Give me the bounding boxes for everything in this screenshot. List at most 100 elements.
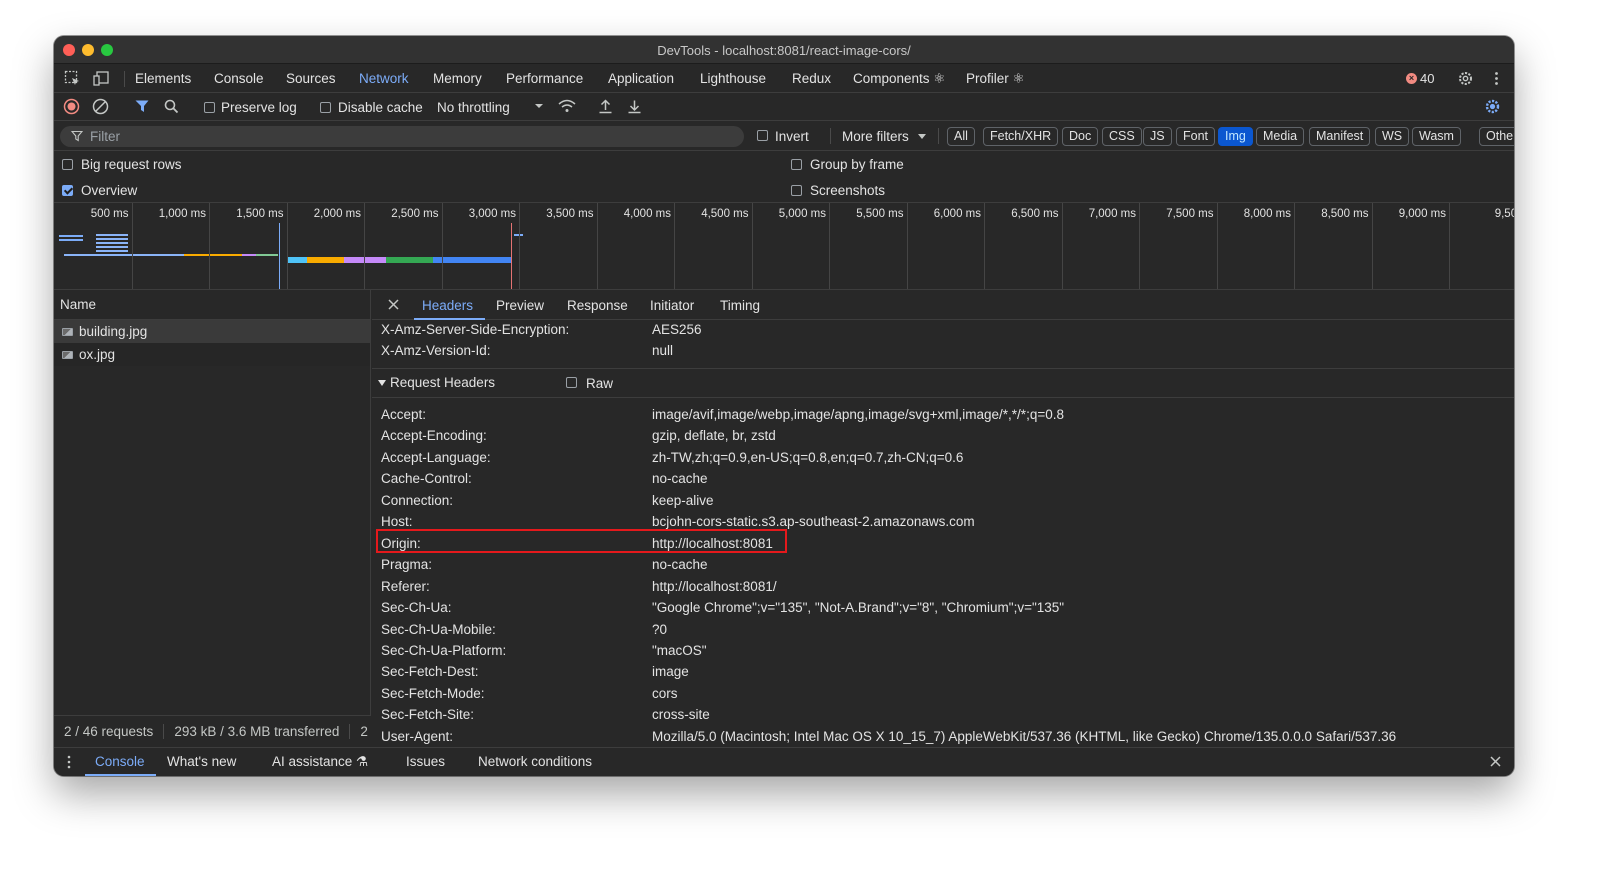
big-request-rows-setting[interactable]: Big request rows (62, 157, 182, 172)
filter-chip-media[interactable]: Media (1256, 127, 1305, 146)
tab-components[interactable]: Components ⚛ (853, 71, 945, 87)
tab-console[interactable]: Console (214, 71, 264, 86)
timeline-gridline (1061, 203, 1063, 289)
request-header-row: Sec-Ch-Ua: "Google Chrome";v="135", "Not-… (372, 598, 1514, 619)
clear-icon[interactable] (92, 98, 109, 115)
screenshots-setting[interactable]: Screenshots (791, 183, 885, 198)
timeline-tick-label: 6,000 ms (933, 208, 981, 220)
more-filters-button[interactable]: More filters (842, 129, 909, 144)
timeline-gridline (751, 203, 753, 289)
error-count-badge[interactable]: × 40 (1406, 71, 1434, 86)
filter-chip-manifest[interactable]: Manifest (1309, 127, 1371, 146)
filter-chip-all[interactable]: All (947, 127, 975, 146)
big-request-rows-label: Big request rows (81, 157, 182, 172)
request-header-row: Referer: http://localhost:8081/ (372, 577, 1514, 598)
invert-checkbox[interactable] (757, 130, 768, 141)
filter-chip-fetch-xhr[interactable]: Fetch/XHR (983, 127, 1059, 146)
network-conditions-icon[interactable] (557, 98, 576, 115)
screenshots-checkbox[interactable] (791, 185, 802, 196)
header-value: cross-site (652, 707, 710, 723)
header-value: keep-alive (652, 492, 714, 508)
tab-timing[interactable]: Timing (720, 298, 760, 313)
filter-chip-font[interactable]: Font (1176, 127, 1216, 146)
tab-headers[interactable]: Headers (422, 298, 473, 313)
header-value: AES256 (652, 322, 702, 337)
error-icon: × (1406, 73, 1417, 84)
disable-cache-checkbox[interactable] (320, 102, 331, 113)
filter-chip-ws[interactable]: WS (1375, 127, 1410, 146)
raw-checkbox[interactable] (566, 377, 577, 388)
overview-bar (433, 257, 511, 263)
filter-icon[interactable] (134, 98, 151, 115)
overview-checkbox[interactable] (62, 185, 73, 196)
drawer-menu-icon[interactable] (66, 755, 72, 769)
request-count: 2 / 46 requests (54, 724, 165, 739)
group-by-frame-checkbox[interactable] (791, 159, 802, 170)
error-count: 40 (1420, 71, 1435, 86)
drawer-tab-network-conditions[interactable]: Network conditions (478, 754, 592, 769)
preserve-log-checkbox[interactable] (204, 102, 215, 113)
filter-chip-css[interactable]: CSS (1102, 127, 1142, 146)
close-detail-icon[interactable] (387, 298, 400, 311)
tab-memory[interactable]: Memory (433, 71, 482, 86)
screenshots-label: Screenshots (810, 183, 886, 198)
request-header-row: Accept: image/avif,image/webp,image/apng,… (372, 405, 1514, 426)
overview-setting[interactable]: Overview (62, 183, 137, 198)
divider (124, 71, 125, 87)
tab-application[interactable]: Application (608, 71, 674, 86)
drawer-tab-issues[interactable]: Issues (406, 754, 445, 769)
chevron-down-icon[interactable] (533, 100, 550, 117)
tab-elements[interactable]: Elements (135, 71, 191, 86)
tab-network[interactable]: Network (359, 71, 409, 86)
network-toolbar: Preserve log Disable cache No throttling (54, 93, 1514, 121)
overview-bar (386, 257, 433, 263)
group-by-frame-setting[interactable]: Group by frame (791, 157, 904, 172)
tab-initiator[interactable]: Initiator (650, 298, 694, 313)
timeline-tick-label: 5,000 ms (778, 208, 826, 220)
header-name: Referer: (381, 578, 430, 594)
origin-highlight-box (376, 529, 787, 553)
image-file-icon (62, 327, 73, 336)
network-settings-gear-icon[interactable] (1484, 98, 1501, 115)
import-har-icon[interactable] (597, 98, 614, 115)
filter-input[interactable]: Filter (60, 126, 744, 147)
tab-redux[interactable]: Redux (792, 71, 831, 86)
request-row-ox[interactable]: ox.jpg (54, 343, 370, 366)
tab-profiler[interactable]: Profiler ⚛ (966, 71, 1025, 87)
more-options-icon[interactable] (1488, 70, 1505, 87)
network-overview-timeline[interactable]: 500 ms 1,000 ms 1,500 ms 2,000 ms 2,500 ms 3,… (54, 203, 1514, 290)
big-request-rows-checkbox[interactable] (62, 159, 73, 170)
export-har-icon[interactable] (626, 98, 643, 115)
header-row: X-Amz-Version-Id: null (372, 341, 1514, 362)
inspect-element-icon[interactable] (64, 70, 81, 87)
tab-lighthouse[interactable]: Lighthouse (700, 71, 766, 86)
overview-bar (287, 257, 307, 263)
tab-response[interactable]: Response (567, 298, 628, 313)
throttling-select[interactable]: No throttling (437, 100, 510, 115)
drawer-tab-ai-assistance[interactable]: AI assistance ⚗ (272, 754, 368, 770)
search-icon[interactable] (163, 98, 180, 115)
device-toolbar-icon[interactable] (93, 70, 110, 87)
timeline-tick-label: 2,500 ms (391, 208, 439, 220)
filter-chip-js[interactable]: JS (1143, 127, 1172, 146)
drawer-tab-console[interactable]: Console (95, 754, 145, 769)
request-row-building[interactable]: building.jpg (54, 320, 370, 343)
tab-sources[interactable]: Sources (286, 71, 336, 86)
group-by-frame-label: Group by frame (810, 157, 904, 172)
tab-performance[interactable]: Performance (506, 71, 583, 86)
filter-chip-other[interactable]: Other (1479, 127, 1514, 146)
bottom-drawer-tabs: Console What's new AI assistance ⚗ Issue… (54, 747, 1514, 776)
header-name: X-Amz-Version-Id: (381, 343, 491, 358)
filter-chip-img[interactable]: Img (1218, 127, 1253, 146)
settings-gear-icon[interactable] (1457, 70, 1474, 87)
request-name: building.jpg (79, 324, 148, 339)
request-header-row: Sec-Fetch-Mode: cors (372, 684, 1514, 705)
filter-chip-doc[interactable]: Doc (1062, 127, 1099, 146)
close-drawer-icon[interactable] (1489, 755, 1502, 768)
drawer-tab-whats-new[interactable]: What's new (167, 754, 236, 769)
tab-preview[interactable]: Preview (496, 298, 544, 313)
stop-recording-icon[interactable] (63, 98, 80, 115)
filter-chip-wasm[interactable]: Wasm (1412, 127, 1461, 146)
request-headers-section-header[interactable]: Request Headers Raw (372, 368, 1514, 398)
name-column-header[interactable]: Name (54, 290, 370, 320)
